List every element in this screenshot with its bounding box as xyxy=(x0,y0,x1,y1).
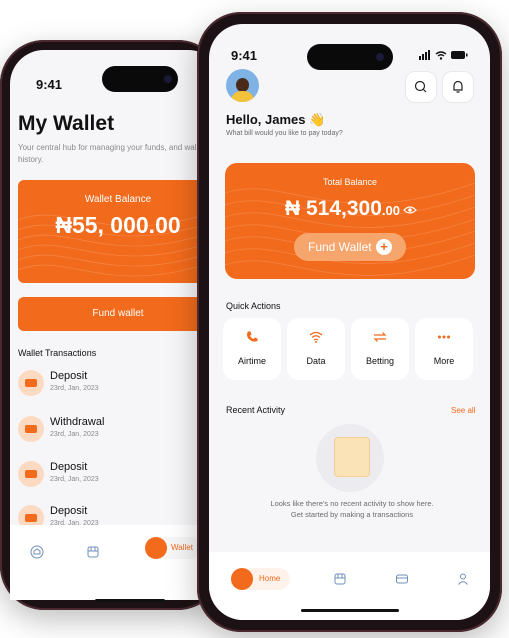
nav-wallet[interactable]: Wallet xyxy=(145,537,201,559)
transaction-item[interactable]: Withdrawal 23rd, Jan, 2023 xyxy=(18,414,208,444)
wallet-icon[interactable] xyxy=(395,572,409,586)
quick-action-label: Betting xyxy=(365,356,395,366)
see-all-link[interactable]: See all xyxy=(451,406,475,415)
wallet-balance-label: Wallet Balance xyxy=(84,194,152,205)
card-icon xyxy=(18,370,44,396)
total-balance-label: Total Balance xyxy=(322,177,378,187)
fund-wallet-button[interactable]: Fund Wallet + xyxy=(294,233,406,261)
quick-action-label: Airtime xyxy=(237,356,266,366)
transaction-date: 23rd, Jan, 2023 xyxy=(50,476,99,483)
wallet-balance-amount: ₦55, 000.00 xyxy=(55,212,181,238)
bell-icon xyxy=(453,80,463,93)
recent-activity-title: Recent Activity xyxy=(226,405,286,415)
nav-home[interactable]: Home xyxy=(231,568,291,590)
quick-actions-title: Quick Actions xyxy=(226,301,281,311)
quick-action-betting[interactable]: Betting xyxy=(351,318,409,380)
home-indicator xyxy=(95,599,165,602)
transaction-date: 23rd, Jan, 2023 xyxy=(50,385,99,392)
transaction-item[interactable]: Deposit 23rd, Jan, 2023 xyxy=(18,368,208,398)
bottom-nav: Wallet xyxy=(10,525,222,600)
dynamic-island xyxy=(102,66,178,92)
quick-action-airtime[interactable]: Airtime xyxy=(223,318,281,380)
home-icon xyxy=(231,568,253,590)
phone-icon xyxy=(247,331,258,342)
wallet-balance-card: Wallet Balance ₦55, 000.00 xyxy=(18,180,218,283)
avatar[interactable] xyxy=(226,69,259,102)
dynamic-island xyxy=(307,44,393,70)
transactions-title: Wallet Transactions xyxy=(18,348,97,358)
search-button[interactable] xyxy=(405,71,437,103)
total-balance-amount: ₦ 514,300.00 xyxy=(285,197,400,220)
transaction-date: 23rd, Jan, 2023 xyxy=(50,431,99,438)
status-time: 9:41 xyxy=(231,48,258,63)
fund-wallet-label: Fund Wallet xyxy=(308,240,372,254)
home-icon[interactable] xyxy=(30,545,44,559)
transaction-item[interactable]: Deposit 23rd, Jan, 2023 xyxy=(18,459,208,489)
store-icon[interactable] xyxy=(333,572,347,586)
camera-icon xyxy=(164,75,172,83)
plus-icon: + xyxy=(376,239,392,255)
home-screen: 9:41 Hello, James 👋 What bill would you … xyxy=(209,24,490,620)
home-indicator xyxy=(301,609,399,612)
total-balance-card: Total Balance ₦ 514,300.00 Fund Wallet + xyxy=(225,163,475,279)
notification-button[interactable] xyxy=(442,71,474,103)
profile-icon[interactable] xyxy=(456,572,470,586)
transaction-name: Withdrawal xyxy=(50,416,105,428)
status-time: 9:41 xyxy=(36,77,63,92)
card-icon xyxy=(18,461,44,487)
quick-action-data[interactable]: Data xyxy=(287,318,345,380)
eye-icon[interactable] xyxy=(403,205,417,215)
home-phone: 9:41 Hello, James 👋 What bill would you … xyxy=(197,12,502,632)
transaction-name: Deposit xyxy=(50,505,88,517)
card-icon xyxy=(18,416,44,442)
document-icon xyxy=(334,437,370,477)
greeting: Hello, James 👋 xyxy=(226,112,326,127)
transaction-name: Deposit xyxy=(50,461,88,473)
wallet-icon xyxy=(145,537,167,559)
quick-action-label: Data xyxy=(306,356,326,366)
camera-icon xyxy=(376,53,384,61)
wifi-icon xyxy=(309,331,323,343)
quick-action-label: More xyxy=(433,356,455,366)
empty-state-text: Looks like there's no recent activity to… xyxy=(270,499,434,519)
status-icons xyxy=(419,50,468,60)
nav-wallet-label: Wallet xyxy=(171,543,193,552)
swap-icon xyxy=(373,332,387,342)
page-subtitle: Your central hub for managing your funds… xyxy=(18,143,205,164)
greeting-subtitle: What bill would you like to pay today? xyxy=(226,130,343,137)
transaction-name: Deposit xyxy=(50,370,88,382)
fund-wallet-button[interactable]: Fund wallet xyxy=(18,297,218,331)
search-icon xyxy=(414,80,427,93)
page-title: My Wallet xyxy=(18,112,115,135)
quick-action-more[interactable]: More xyxy=(415,318,473,380)
store-icon[interactable] xyxy=(86,545,100,559)
nav-home-label: Home xyxy=(259,574,281,583)
more-icon xyxy=(438,335,450,339)
wallet-phone: 9:41 My Wallet Your central hub for mana… xyxy=(0,40,222,610)
